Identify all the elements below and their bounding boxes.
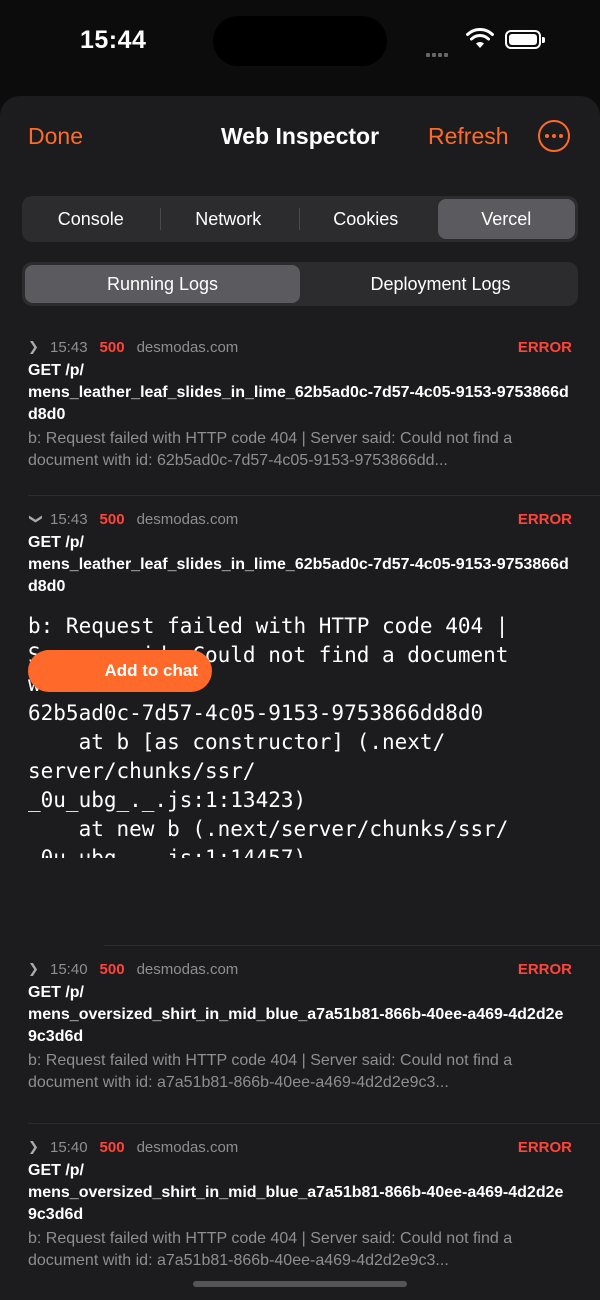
tab-running-logs[interactable]: Running Logs [25,265,300,303]
chevron-right-icon[interactable]: ❯ [28,339,44,355]
signal-icon [426,44,450,62]
chevron-right-icon[interactable]: ❯ [28,961,44,977]
status-time: 15:44 [80,26,147,54]
wifi-icon [466,28,494,48]
status-code: 500 [99,1138,125,1156]
log-entry-expanded[interactable]: ❯ 15:43 500 desmodas.com ERROR GET /p/ m… [0,496,600,946]
more-icon[interactable] [538,120,570,152]
log-level-badge: ERROR [517,960,572,978]
log-host: desmodas.com [136,338,239,356]
log-entry[interactable]: ❯ 15:43 500 desmodas.com ERROR GET /p/ m… [0,324,600,496]
log-request: GET /p/ mens_oversized_shirt_in_mid_blue… [28,1162,564,1223]
inspector-tabs: Console Network Cookies Vercel [22,196,578,242]
log-level-badge: ERROR [517,338,572,356]
tab-vercel[interactable]: Vercel [437,199,575,239]
battery-icon [505,30,545,49]
log-request: GET /p/ mens_oversized_shirt_in_mid_blue… [28,984,564,1045]
log-entry[interactable]: ❯ 15:40 500 desmodas.com ERROR GET /p/ m… [0,1124,600,1294]
status-code: 500 [99,510,125,528]
log-level-badge: ERROR [517,510,572,528]
log-time: 15:40 [50,960,88,978]
log-list: ❯ 15:43 500 desmodas.com ERROR GET /p/ m… [0,324,600,1294]
tab-deployment-logs[interactable]: Deployment Logs [303,262,578,306]
log-level-badge: ERROR [517,1138,572,1156]
nav-bar: Done Web Inspector Refresh [0,96,600,186]
page-title: Web Inspector [220,123,380,149]
tab-separator [299,208,300,230]
tab-cookies[interactable]: Cookies [297,196,435,242]
refresh-button[interactable]: Refresh [428,123,509,150]
done-button[interactable]: Done [28,123,83,150]
log-message: b: Request failed with HTTP code 404 | S… [28,1230,513,1269]
log-time: 15:40 [50,1138,88,1156]
log-entry[interactable]: ❯ 15:40 500 desmodas.com ERROR GET /p/ m… [0,946,600,1124]
tab-console[interactable]: Console [22,196,160,242]
dynamic-island [213,16,387,66]
chevron-right-icon[interactable]: ❯ [28,1139,44,1155]
log-time: 15:43 [50,510,88,528]
log-type-tabs: Running Logs Deployment Logs [22,262,578,306]
log-message: b: Request failed with HTTP code 404 | S… [28,1052,513,1091]
log-host: desmodas.com [136,1138,239,1156]
log-host: desmodas.com [136,960,239,978]
status-bar: 15:44 [0,0,600,90]
log-request: GET /p/ mens_leather_leaf_slides_in_lime… [28,362,569,423]
tab-network[interactable]: Network [160,196,298,242]
log-time: 15:43 [50,338,88,356]
log-stack-trace: b: Request failed with HTTP code 404 | S… [28,614,509,858]
status-code: 500 [99,960,125,978]
tab-separator [160,208,161,230]
home-indicator [193,1281,407,1287]
log-host: desmodas.com [136,510,239,528]
web-inspector-sheet: Done Web Inspector Refresh Console Netwo… [0,96,600,1300]
log-request: GET /p/ mens_leather_leaf_slides_in_lime… [28,534,569,595]
add-to-chat-button[interactable]: Add to chat [28,650,212,692]
status-code: 500 [99,338,125,356]
chevron-down-icon[interactable]: ❯ [28,511,44,527]
log-message: b: Request failed with HTTP code 404 | S… [28,430,513,469]
